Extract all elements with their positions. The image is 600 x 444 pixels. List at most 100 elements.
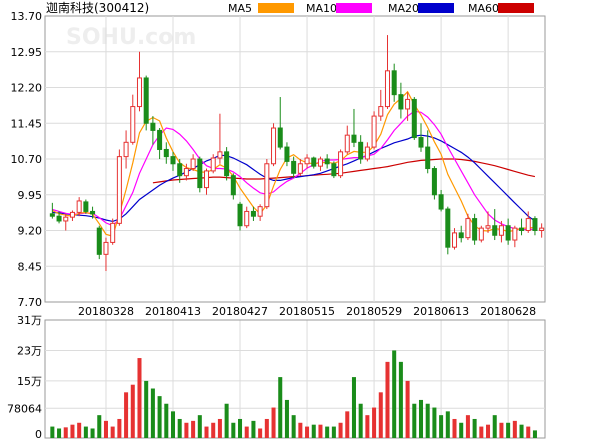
candle: [163, 142, 169, 164]
candle-body: [472, 218, 478, 241]
volume-bar: [345, 411, 350, 438]
volume-bar: [238, 418, 243, 438]
volume-bar: [144, 380, 149, 438]
candlesticks: [49, 35, 545, 272]
candle: [351, 108, 357, 148]
candle-body: [539, 227, 545, 232]
volume-bar: [472, 418, 477, 438]
candle-body: [498, 225, 504, 236]
candle: [492, 209, 498, 241]
legend-swatch-ma60: [498, 3, 534, 13]
volume-bar: [519, 424, 524, 438]
candle-body: [532, 218, 538, 231]
candle: [150, 116, 156, 145]
candle: [405, 92, 411, 121]
candle-body: [331, 163, 337, 177]
volume-bar: [412, 403, 417, 438]
legend-swatch-ma5: [258, 3, 294, 13]
candle: [257, 204, 263, 221]
volume-bar: [83, 426, 88, 438]
volume-bar: [164, 403, 169, 438]
volume-bar: [117, 418, 122, 438]
volume-bar: [211, 422, 216, 438]
candle: [96, 225, 102, 260]
volume-bar: [318, 424, 323, 438]
volume-bar: [197, 415, 202, 438]
volume-bar: [77, 422, 82, 438]
candle: [264, 159, 270, 210]
candle-body: [90, 210, 96, 215]
volume-bar: [244, 426, 249, 438]
chart-canvas: 迦南科技(300412) SOHU.com MA5 MA10 MA20 MA60 13…: [7, 0, 546, 441]
price-tick-label: 8.45: [18, 260, 43, 273]
candle-body: [431, 168, 437, 196]
volume-bar: [311, 424, 316, 438]
candle-body: [519, 227, 525, 232]
volume-bar: [110, 426, 115, 438]
volume-bar: [459, 422, 464, 438]
candle-body: [217, 151, 223, 159]
volume-bar: [224, 403, 229, 438]
price-tick-label: 12.20: [11, 82, 43, 95]
candle: [230, 173, 236, 200]
candle: [63, 213, 69, 231]
volume-bar: [291, 415, 296, 438]
candle: [291, 156, 297, 179]
candle-body: [96, 227, 102, 255]
candle: [297, 159, 303, 176]
candle-body: [244, 210, 250, 227]
candle: [311, 156, 317, 169]
candle: [83, 199, 89, 214]
volume-bar: [103, 420, 108, 438]
x-tick-label: 20180529: [346, 305, 402, 318]
x-tick-label: 20180413: [145, 305, 201, 318]
volume-bar: [351, 377, 356, 438]
x-tick-label: 20180613: [413, 305, 469, 318]
candle: [123, 130, 129, 169]
volume-bar: [338, 422, 343, 438]
candle: [130, 94, 136, 145]
candle: [519, 218, 525, 236]
candle: [197, 156, 203, 193]
volume-bar: [325, 426, 330, 438]
candle-body: [264, 163, 270, 208]
candle-body: [505, 225, 511, 241]
volume-bar: [392, 350, 397, 438]
candle: [438, 189, 444, 212]
candle: [331, 161, 337, 179]
candle: [411, 97, 417, 140]
candle-body: [230, 175, 236, 196]
candle-body: [103, 241, 109, 255]
candle-body: [351, 134, 357, 143]
candle-body: [49, 213, 55, 217]
candle-body: [371, 115, 377, 148]
volume-bar: [331, 426, 336, 438]
candle: [110, 218, 116, 245]
candle: [512, 225, 518, 248]
volume-bar: [191, 420, 196, 438]
candle: [371, 111, 377, 150]
volume-bar: [124, 392, 129, 438]
volume-tick-label: 78064: [7, 402, 42, 415]
candle: [136, 51, 142, 112]
volume-bar: [486, 424, 491, 438]
stock-chart-panel: 迦南科技(300412) SOHU.com MA5 MA10 MA20 MA60 13…: [0, 0, 600, 441]
candle: [116, 149, 122, 226]
volume-bars: [50, 350, 537, 438]
volume-tick-label: 31万: [17, 314, 42, 327]
candle: [358, 135, 364, 164]
candle-body: [157, 129, 163, 150]
volume-bar: [57, 428, 62, 438]
candle: [532, 216, 538, 236]
volume-bar: [465, 415, 470, 438]
x-tick-label: 20180515: [279, 305, 335, 318]
volume-bar: [372, 407, 377, 438]
volume-bar: [445, 411, 450, 438]
candle: [431, 166, 437, 200]
price-tick-label: 9.95: [18, 189, 43, 202]
candle: [338, 149, 344, 179]
candle-body: [452, 232, 458, 248]
volume-bar: [251, 420, 256, 438]
candle: [478, 225, 484, 243]
candle: [204, 168, 210, 195]
